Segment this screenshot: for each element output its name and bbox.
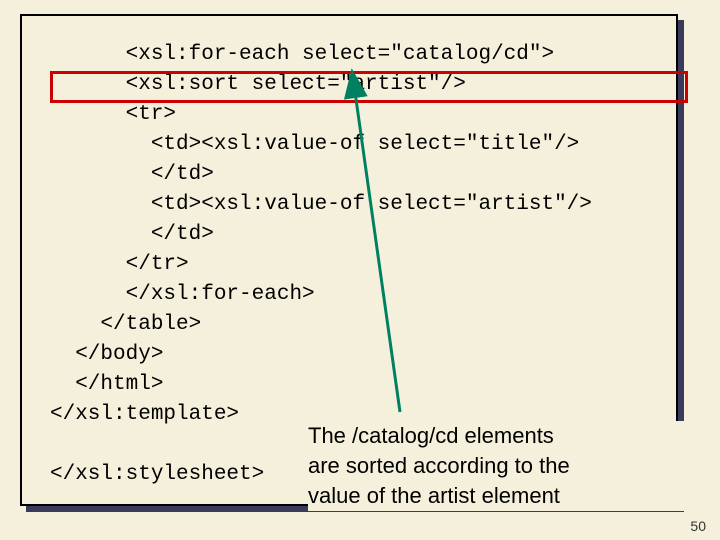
highlight-rect — [50, 71, 688, 103]
slide-container: <xsl:for-each select="catalog/cd"> <xsl:… — [0, 0, 720, 540]
code-line: </table> — [50, 313, 201, 336]
code-line: </td> — [50, 163, 214, 186]
code-panel: <xsl:for-each select="catalog/cd"> <xsl:… — [20, 14, 678, 506]
callout-text: The /catalog/cd elements are sorted acco… — [308, 421, 688, 511]
code-line: </xsl:stylesheet> — [50, 463, 264, 486]
code-line: </td> — [50, 223, 214, 246]
code-line: </html> — [50, 373, 163, 396]
code-line: </tr> — [50, 253, 189, 276]
code-line: </xsl:template> — [50, 403, 239, 426]
page-number: 50 — [690, 518, 706, 534]
callout-line: are sorted according to the — [308, 451, 688, 481]
code-line: </xsl:for-each> — [50, 283, 315, 306]
code-line: <td><xsl:value-of select="artist"/> — [50, 193, 592, 216]
callout-line: value of the artist element — [308, 481, 688, 511]
code-line: <td><xsl:value-of select="title"/> — [50, 133, 579, 156]
code-line: </body> — [50, 343, 163, 366]
callout-line: The /catalog/cd elements — [308, 421, 688, 451]
code-line: <tr> — [50, 103, 176, 126]
code-line: <xsl:for-each select="catalog/cd"> — [50, 43, 554, 66]
